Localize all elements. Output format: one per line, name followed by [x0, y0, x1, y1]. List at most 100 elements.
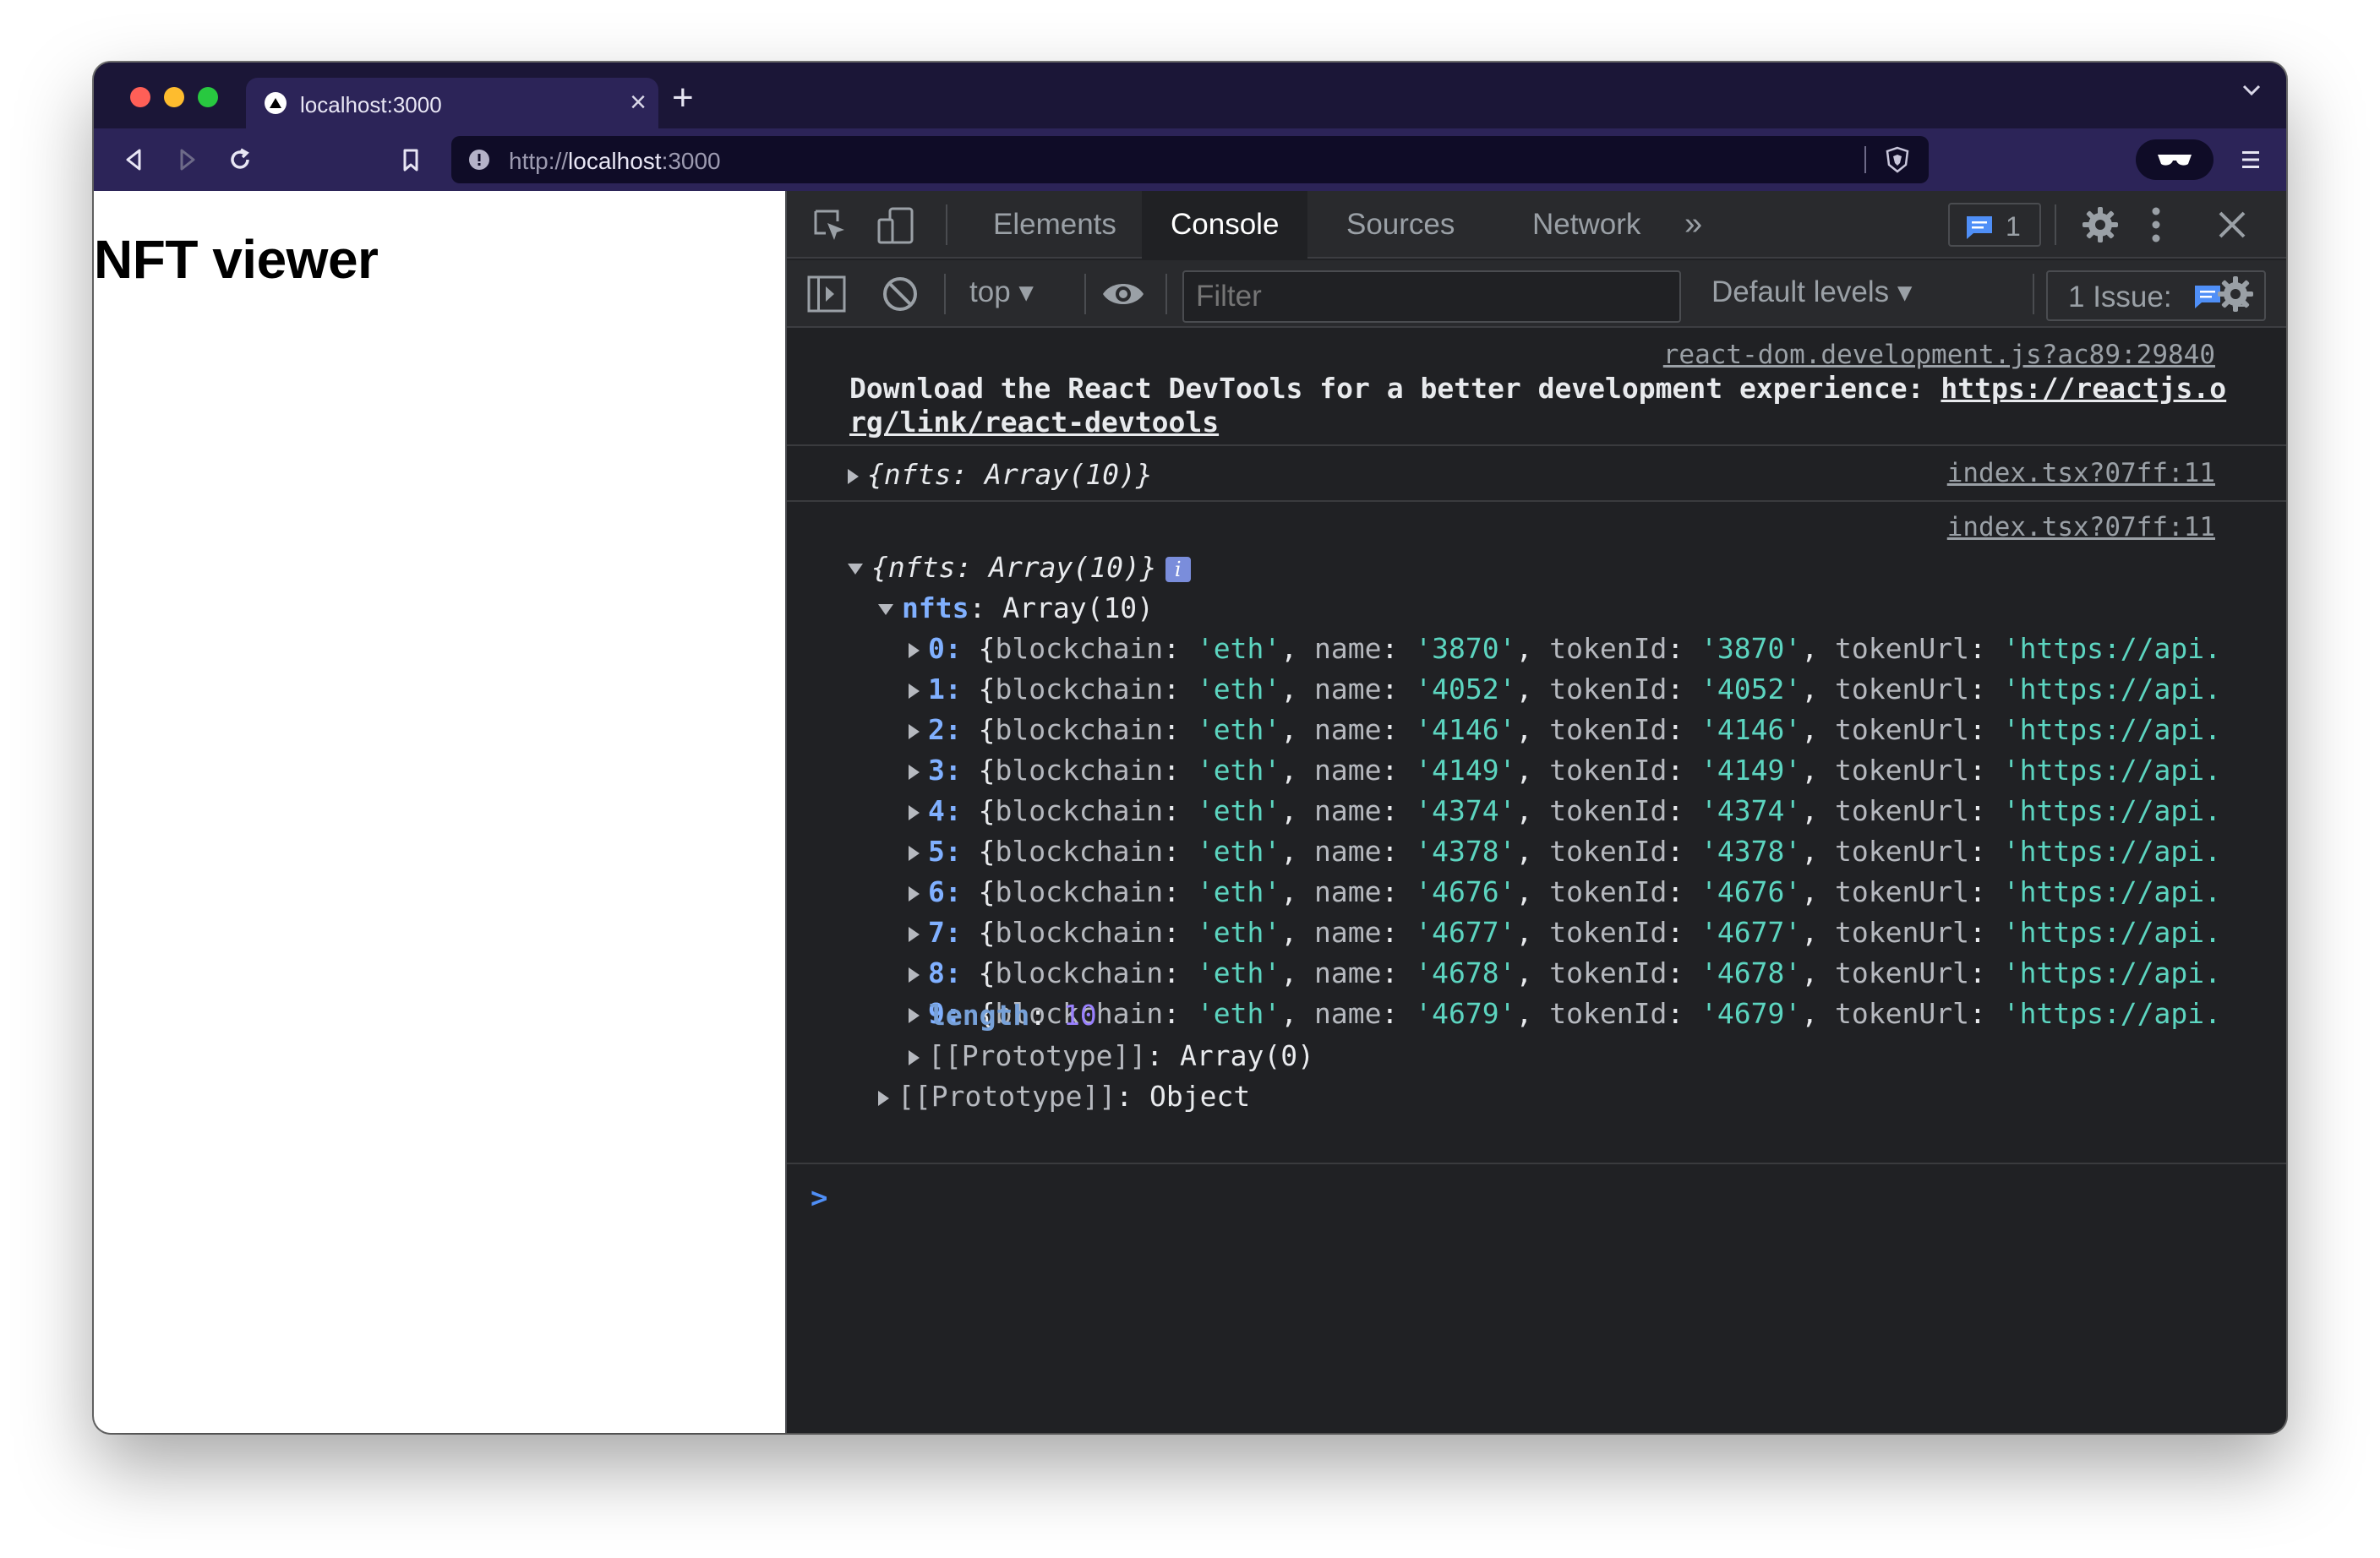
- console-prompt[interactable]: >: [811, 1181, 827, 1215]
- forward-icon[interactable]: [175, 147, 200, 172]
- bookmark-icon[interactable]: [398, 147, 423, 172]
- wallet-icon[interactable]: [2136, 139, 2214, 180]
- name-value: '4374': [1415, 794, 1516, 827]
- nft-item-row[interactable]: 9: {blockchain: 'eth', name: '4679', tok…: [909, 997, 2221, 1030]
- log-summary-expanded[interactable]: {nfts: Array(10)} i: [848, 551, 1191, 584]
- expand-triangle-icon[interactable]: [909, 845, 920, 861]
- new-tab-button[interactable]: +: [672, 79, 694, 117]
- close-tab-icon[interactable]: ×: [630, 88, 647, 117]
- brave-shields-icon[interactable]: [1885, 146, 1910, 177]
- item-index: 3: [928, 754, 945, 787]
- tab-network[interactable]: Network: [1504, 191, 1669, 259]
- tokenid-value: '4678': [1700, 956, 1802, 989]
- context-selector[interactable]: top ▾: [969, 275, 1034, 309]
- expand-triangle-icon[interactable]: [909, 1007, 920, 1023]
- messages-badge[interactable]: 1: [1948, 203, 2041, 247]
- tokenid-key: tokenId: [1549, 956, 1668, 989]
- source-link[interactable]: index.tsx?07ff:11: [1947, 458, 2215, 488]
- console-message-log1: {nfts: Array(10)} index.tsx?07ff:11: [787, 446, 2286, 502]
- sidebar-toggle-icon[interactable]: [807, 275, 846, 317]
- name-key: name: [1314, 956, 1382, 989]
- console-toolbar: top ▾ Default levels ▾ 1 Issue: 1: [787, 260, 2286, 328]
- blockchain-value: 'eth': [1196, 916, 1281, 949]
- tokenid-key: tokenId: [1549, 673, 1668, 705]
- tokenurl-value: 'https://api.: [2002, 997, 2222, 1030]
- close-window-button[interactable]: [130, 87, 150, 107]
- log-levels-dropdown[interactable]: Default levels ▾: [1711, 275, 1912, 309]
- expand-triangle-icon[interactable]: [909, 885, 920, 902]
- collapse-triangle-icon[interactable]: [878, 604, 893, 615]
- source-link[interactable]: index.tsx?07ff:11: [1947, 512, 2215, 542]
- console-settings-gear-icon[interactable]: [2215, 274, 2256, 319]
- tokenid-value: '4676': [1700, 875, 1802, 908]
- tab-sources[interactable]: Sources: [1318, 191, 1483, 259]
- nft-item-row[interactable]: 0: {blockchain: 'eth', name: '3870', tok…: [909, 632, 2221, 665]
- tokenurl-key: tokenUrl: [1835, 632, 1969, 665]
- live-expression-eye-icon[interactable]: [1101, 279, 1145, 313]
- nft-item-row[interactable]: 6: {blockchain: 'eth', name: '4676', tok…: [909, 875, 2221, 908]
- inspect-element-icon[interactable]: [812, 208, 849, 249]
- tokenid-value: '4149': [1700, 754, 1802, 787]
- clear-console-icon[interactable]: [882, 275, 919, 317]
- nft-item-row[interactable]: 8: {blockchain: 'eth', name: '4678', tok…: [909, 956, 2221, 989]
- browser-tab-active[interactable]: localhost:3000 ×: [246, 78, 658, 128]
- blockchain-value: 'eth': [1196, 632, 1281, 665]
- more-tabs-icon[interactable]: »: [1684, 206, 1702, 242]
- site-info-icon[interactable]: [468, 149, 490, 175]
- reload-icon[interactable]: [227, 147, 253, 172]
- minimize-window-button[interactable]: [164, 87, 184, 107]
- expand-triangle-icon[interactable]: [848, 468, 859, 484]
- settings-gear-icon[interactable]: [2080, 204, 2121, 249]
- nfts-property[interactable]: nfts: Array(10): [878, 591, 1154, 624]
- object-prototype-key: [[Prototype]]: [898, 1080, 1116, 1113]
- tokenid-key: tokenId: [1549, 916, 1668, 949]
- array-prototype-row[interactable]: [[Prototype]]: Array(0): [909, 1039, 1314, 1072]
- console-filter-input[interactable]: [1182, 270, 1681, 323]
- nft-item-row[interactable]: 2: {blockchain: 'eth', name: '4146', tok…: [909, 713, 2221, 746]
- react-devtools-link-cont[interactable]: rg/link/react-devtools: [849, 406, 1219, 439]
- length-value: 10: [1062, 999, 1097, 1032]
- tab-list-chevron-icon[interactable]: [2242, 84, 2261, 101]
- item-open-brace: {: [978, 835, 996, 868]
- tokenurl-value: 'https://api.: [2002, 875, 2222, 908]
- expand-triangle-icon[interactable]: [909, 804, 920, 820]
- expand-triangle-icon[interactable]: [909, 926, 920, 942]
- expand-triangle-icon[interactable]: [909, 683, 920, 699]
- source-link[interactable]: react-dom.development.js?ac89:29840: [1663, 340, 2215, 370]
- nft-item-row[interactable]: 4: {blockchain: 'eth', name: '4374', tok…: [909, 794, 2221, 827]
- dropdown-arrow-icon: ▾: [1897, 275, 1913, 308]
- expand-triangle-icon[interactable]: [909, 723, 920, 739]
- item-colon: :: [944, 875, 962, 908]
- back-icon[interactable]: [121, 147, 146, 172]
- tokenurl-key: tokenUrl: [1835, 794, 1969, 827]
- collapse-triangle-icon[interactable]: [848, 564, 863, 575]
- nft-item-row[interactable]: 7: {blockchain: 'eth', name: '4677', tok…: [909, 916, 2221, 949]
- nft-item-row[interactable]: 5: {blockchain: 'eth', name: '4378', tok…: [909, 835, 2221, 868]
- tokenid-key: tokenId: [1549, 875, 1668, 908]
- log-summary-collapsed[interactable]: {nfts: Array(10)}: [848, 458, 1153, 491]
- expand-triangle-icon[interactable]: [909, 764, 920, 780]
- expand-triangle-icon[interactable]: [878, 1090, 889, 1106]
- tab-elements[interactable]: Elements: [964, 191, 1145, 259]
- info-badge-icon[interactable]: i: [1165, 556, 1191, 582]
- zoom-window-button[interactable]: [198, 87, 218, 107]
- close-devtools-icon[interactable]: [2217, 210, 2247, 244]
- url-scheme: http://: [509, 148, 569, 174]
- nft-item-row[interactable]: 3: {blockchain: 'eth', name: '4149', tok…: [909, 754, 2221, 787]
- toolbar-divider: [2055, 204, 2056, 245]
- tokenid-key: tokenId: [1549, 835, 1668, 868]
- expand-triangle-icon[interactable]: [909, 967, 920, 983]
- address-bar[interactable]: http://localhost:3000: [451, 136, 1929, 183]
- expand-triangle-icon[interactable]: [909, 1049, 920, 1065]
- menu-icon[interactable]: [2241, 149, 2261, 175]
- devtools-tab-bar: Elements Console Sources Network » 1: [787, 191, 2286, 259]
- device-toolbar-icon[interactable]: [876, 206, 915, 249]
- react-devtools-link[interactable]: https://reactjs.o: [1941, 372, 2226, 405]
- item-index: 0: [928, 632, 945, 665]
- tab-console[interactable]: Console: [1142, 191, 1308, 259]
- expand-triangle-icon[interactable]: [909, 642, 920, 658]
- more-options-icon[interactable]: [2151, 206, 2161, 248]
- object-prototype-row[interactable]: [[Prototype]]: Object: [878, 1080, 1250, 1113]
- tokenurl-key: tokenUrl: [1835, 875, 1969, 908]
- nft-item-row[interactable]: 1: {blockchain: 'eth', name: '4052', tok…: [909, 673, 2221, 705]
